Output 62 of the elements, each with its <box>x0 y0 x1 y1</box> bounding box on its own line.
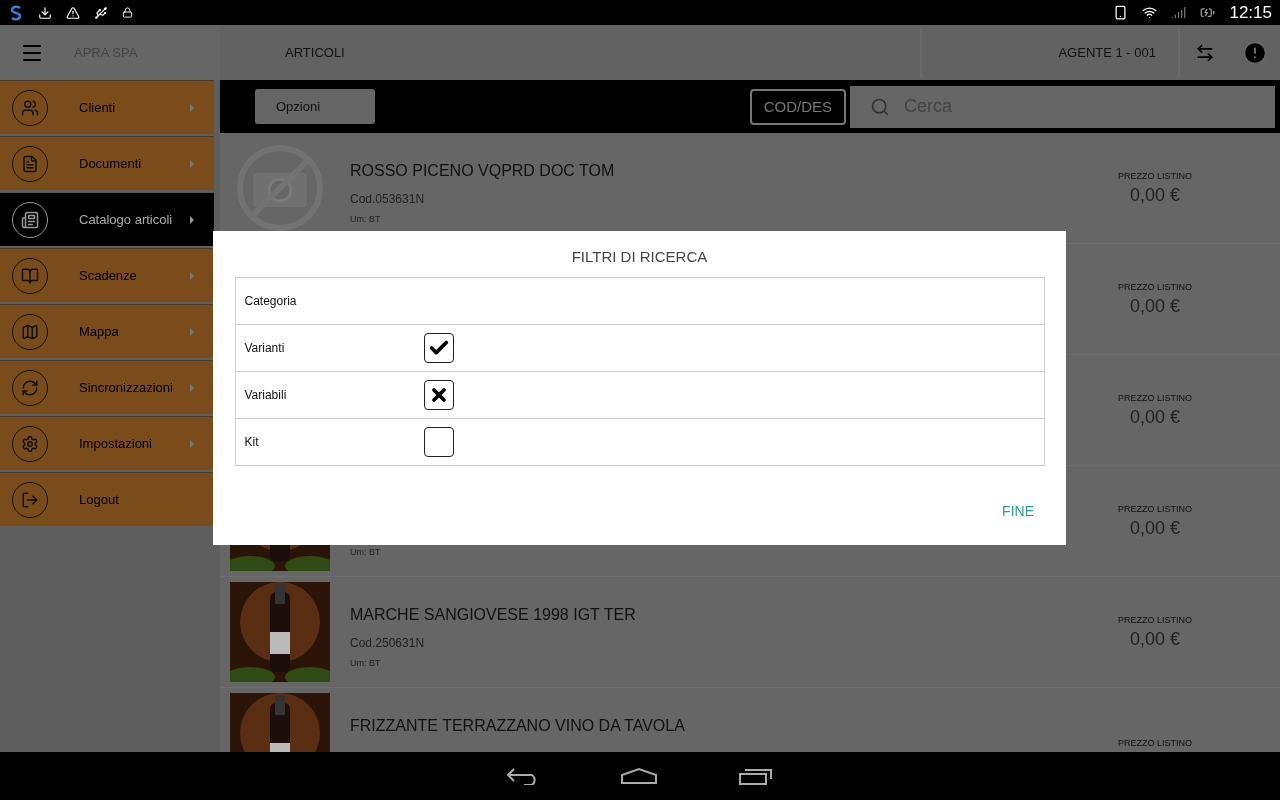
dialog-title: FILTRI DI RICERCA <box>571 248 708 265</box>
price-label: PREZZO LISTINO <box>1118 392 1192 403</box>
price-label: PREZZO LISTINO <box>1118 281 1192 292</box>
article-title: ROSSO PICENO VQPRD DOC TOM <box>350 162 615 180</box>
price-label: PREZZO LISTINO <box>1118 614 1192 625</box>
article-title: FRIZZANTE TERRAZZANO VINO DA TAVOLA <box>350 717 685 735</box>
article-unit: Um: BT <box>350 547 381 557</box>
article-row[interactable]: MARCHE SANGIOVESE 1998 IGT TER Cod.250631N Um: BT PREZZO LISTINO 0,00 € <box>220 577 1280 688</box>
article-unit: Um: BT <box>350 658 381 668</box>
agent-name: AGENTE 1 - 001 <box>1057 45 1157 60</box>
clock: 12:15 <box>1229 2 1272 23</box>
filter-label: Kit <box>244 435 260 449</box>
article-code: Cod.250631N <box>350 636 425 650</box>
filter-label: Variabili <box>244 388 288 402</box>
caret-icon <box>190 159 194 168</box>
code-description-toggle[interactable]: COD/DES <box>749 88 846 125</box>
price-value: 0,00 € <box>1129 295 1180 317</box>
page-title: ARTICOLI <box>285 45 346 60</box>
wifi-icon <box>1142 5 1158 20</box>
download-icon <box>38 5 52 20</box>
price-value: 0,00 € <box>1129 406 1180 428</box>
sync-icon[interactable] <box>1195 42 1215 63</box>
price-label: PREZZO LISTINO <box>1118 170 1192 181</box>
sidebar-item[interactable]: Impostazioni <box>0 416 214 470</box>
sidebar-item[interactable]: Clienti <box>0 80 214 134</box>
sidebar-item[interactable]: Mappa <box>0 304 214 358</box>
caret-icon <box>190 271 194 280</box>
article-unit: Um: BT <box>350 214 381 224</box>
filter-label: Varianti <box>244 341 286 355</box>
checkbox[interactable] <box>423 380 454 410</box>
sidebar-item[interactable]: Logout <box>0 472 214 526</box>
recent-apps-icon <box>738 767 774 785</box>
article-title: MARCHE SANGIOVESE 1998 IGT TER <box>350 606 636 624</box>
done-button[interactable]: FINE <box>996 502 1040 520</box>
lock-icon <box>122 7 133 18</box>
no-photo-icon <box>235 143 325 233</box>
caret-icon <box>190 383 194 392</box>
caret-icon <box>190 439 194 448</box>
search-icon <box>870 96 890 117</box>
price-value: 0,00 € <box>1129 184 1180 206</box>
caret-icon <box>190 327 194 336</box>
sidebar-item[interactable]: Documenti <box>0 136 214 190</box>
home-icon <box>620 767 658 785</box>
checkbox[interactable] <box>423 333 454 363</box>
s-logo-icon <box>8 4 24 21</box>
article-code: Cod.053631N <box>350 192 425 206</box>
caret-icon <box>190 103 194 112</box>
usb-icon <box>94 5 108 20</box>
price-value: 0,00 € <box>1129 517 1180 539</box>
options-button[interactable]: Opzioni <box>255 89 375 124</box>
sidebar-item[interactable]: Scadenze <box>0 248 214 302</box>
battery-icon <box>1200 5 1216 20</box>
sidebar-item[interactable]: Catalogo articoli <box>0 192 214 246</box>
price-label: PREZZO LISTINO <box>1118 738 1192 748</box>
price-label: PREZZO LISTINO <box>1118 503 1192 514</box>
checkbox[interactable] <box>423 427 454 457</box>
sidebar-item[interactable]: Sincronizzazioni <box>0 360 214 414</box>
warning-icon <box>66 5 80 20</box>
price-value: 0,00 € <box>1129 628 1180 650</box>
filter-label: Categoria <box>244 294 298 308</box>
caret-icon <box>190 215 194 224</box>
signal-icon <box>1171 5 1187 20</box>
